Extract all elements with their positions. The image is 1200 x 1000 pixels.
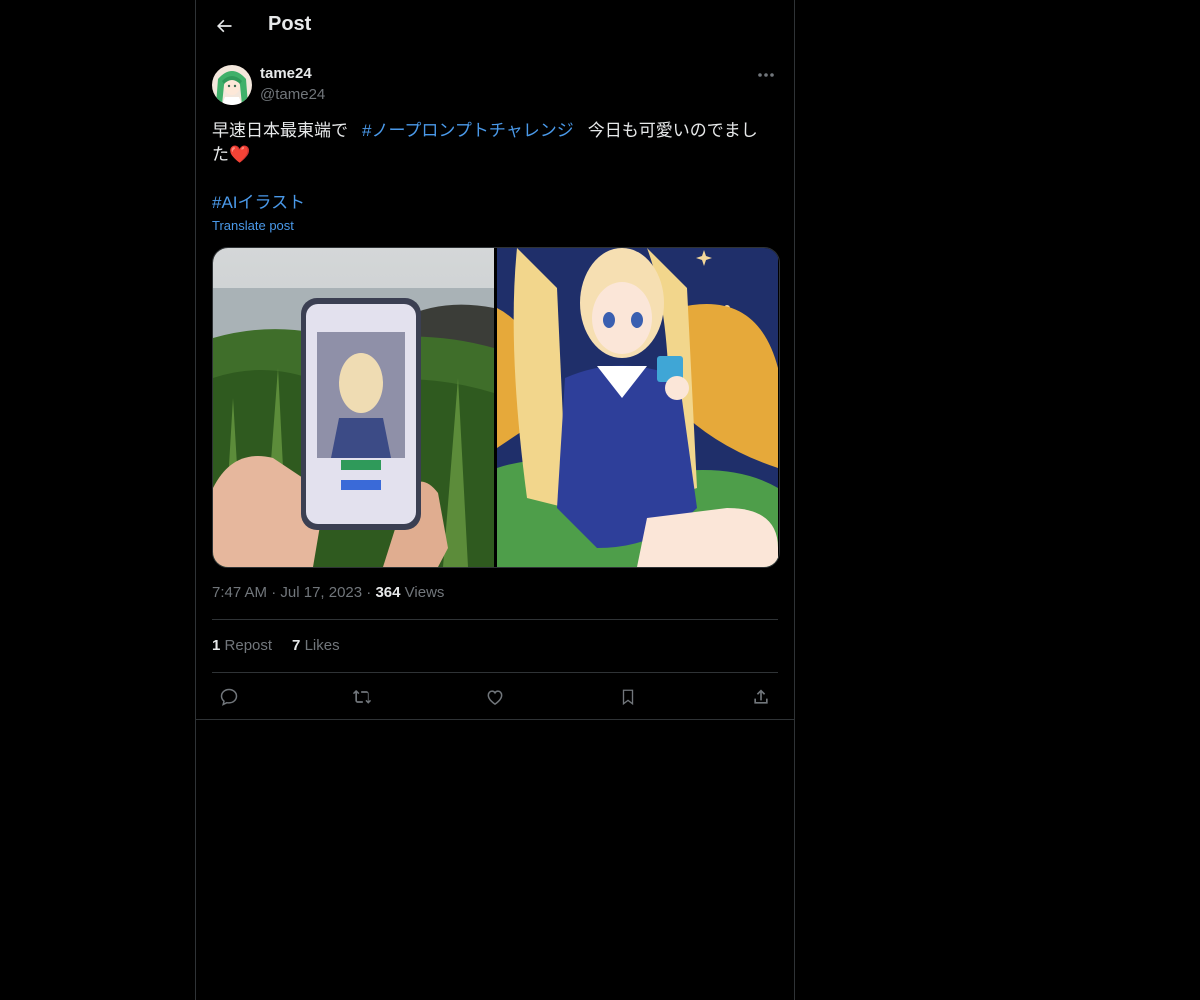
author-display-name[interactable]: tame24 [260, 65, 312, 82]
back-button[interactable] [210, 12, 238, 40]
arrow-left-icon [217, 19, 232, 33]
post-header: Post [196, 0, 794, 53]
hashtag-link[interactable]: #ノープロンプトチャレンジ [362, 121, 574, 140]
bookmark-button[interactable] [611, 684, 645, 710]
post-stats: 1 Repost 7 Likes [212, 637, 340, 654]
like-icon [487, 690, 503, 705]
repost-button[interactable] [345, 684, 379, 710]
likes-stat[interactable]: 7 Likes [292, 637, 340, 654]
media-illustration[interactable] [497, 248, 779, 567]
views-count: 364 [375, 584, 401, 601]
page-title: Post [268, 13, 312, 35]
more-options-button[interactable] [754, 65, 778, 85]
author-handle[interactable]: @tame24 [260, 86, 325, 103]
post-text-part1: 早速日本最東端で [212, 121, 348, 140]
share-button[interactable] [744, 684, 778, 710]
post-author: tame24 @tame24 [212, 65, 778, 109]
meta-separator: · [271, 584, 277, 601]
post-column: Post tame24 @tame24 早速日本最東端で #ノープロンプトチャレン… [195, 0, 795, 1000]
divider [212, 619, 778, 620]
post-text: 早速日本最東端で #ノープロンプトチャレンジ 今日も可愛いのでまし た❤️ #AIイ… [212, 119, 772, 215]
meta-separator: · [366, 584, 372, 601]
divider [212, 672, 778, 673]
post-meta: 7:47 AM · Jul 17, 2023 · 364 Views [212, 584, 444, 601]
reply-button[interactable] [212, 684, 246, 710]
likes-count: 7 [292, 637, 301, 654]
divider [196, 719, 794, 720]
post-date[interactable]: Jul 17, 2023 [280, 584, 362, 601]
reposts-label: Repost [224, 637, 273, 654]
media-photo-phone[interactable] [213, 248, 495, 567]
hashtag-link[interactable]: #AIイラスト [212, 193, 305, 212]
like-button[interactable] [478, 684, 512, 710]
likes-label: Likes [304, 637, 340, 654]
post-media [212, 247, 780, 568]
translate-post-link[interactable]: Translate post [212, 218, 294, 233]
views-label: Views [404, 584, 445, 601]
post-text-part3: た [212, 145, 229, 164]
avatar[interactable] [212, 65, 252, 105]
heart-emoji: ❤️ [229, 145, 251, 164]
bookmark-icon [622, 689, 634, 706]
post-time[interactable]: 7:47 AM [212, 584, 267, 601]
more-horizontal-icon [758, 73, 774, 77]
share-icon [754, 689, 768, 704]
reply-icon [220, 688, 238, 706]
post-text-part2: 今日も可愛いのでまし [587, 121, 758, 140]
reposts-count: 1 [212, 637, 221, 654]
repost-icon [352, 690, 372, 704]
reposts-stat[interactable]: 1 Repost [212, 637, 272, 654]
post-actions [212, 684, 778, 710]
